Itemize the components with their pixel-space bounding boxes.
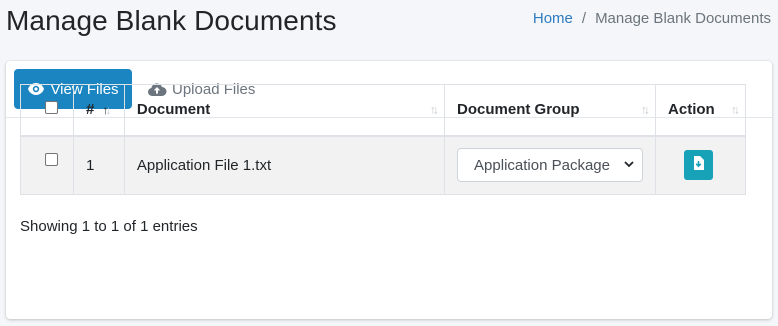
breadcrumb: Home / Manage Blank Documents — [533, 10, 771, 27]
breadcrumb-separator: / — [581, 10, 587, 27]
sort-icon: ↑↓ — [731, 102, 740, 117]
row-checkbox[interactable] — [44, 152, 58, 166]
page-title: Manage Blank Documents — [6, 5, 337, 36]
column-header-document[interactable]: Document ↑↓ — [123, 84, 446, 137]
column-header-document-group[interactable]: Document Group ↑↓ — [444, 84, 657, 137]
row-document-group-cell: Application Package — [444, 135, 657, 195]
select-all-header — [20, 84, 74, 137]
column-header-number[interactable]: # ↑↓ — [72, 84, 125, 137]
documents-table: # ↑↓ Document ↑↓ Document Group ↑↓ Actio… — [20, 84, 746, 195]
download-file-icon — [693, 156, 705, 174]
table-header-row: # ↑↓ Document ↑↓ Document Group ↑↓ Actio… — [20, 84, 746, 137]
column-header-document-group-label: Document Group — [457, 101, 580, 119]
column-header-document-label: Document — [136, 101, 211, 119]
column-header-action-label: Action — [668, 101, 715, 119]
row-document-name: Application File 1.txt — [123, 135, 446, 195]
documents-table-wrapper: # ↑↓ Document ↑↓ Document Group ↑↓ Actio… — [20, 84, 746, 195]
row-number: 1 — [72, 135, 125, 195]
breadcrumb-home-link[interactable]: Home — [533, 10, 573, 27]
row-action-cell — [655, 135, 746, 195]
breadcrumb-current: Manage Blank Documents — [595, 10, 771, 27]
sort-asc-icon: ↑↓ — [102, 103, 111, 118]
row-select-cell — [20, 135, 74, 195]
document-group-select-value: Application Package — [474, 156, 610, 174]
document-group-select[interactable]: Application Package — [457, 148, 644, 183]
column-header-action[interactable]: Action ↑↓ — [655, 84, 746, 137]
column-header-number-label: # — [85, 101, 95, 119]
download-button[interactable] — [684, 150, 714, 181]
table-info: Showing 1 to 1 of 1 entries — [20, 218, 198, 235]
select-all-checkbox[interactable] — [44, 101, 58, 115]
table-row: 1 Application File 1.txt Application Pac… — [20, 135, 746, 195]
sort-icon: ↑↓ — [641, 102, 650, 117]
sort-icon: ↑↓ — [430, 102, 439, 117]
chevron-down-icon — [624, 159, 634, 171]
